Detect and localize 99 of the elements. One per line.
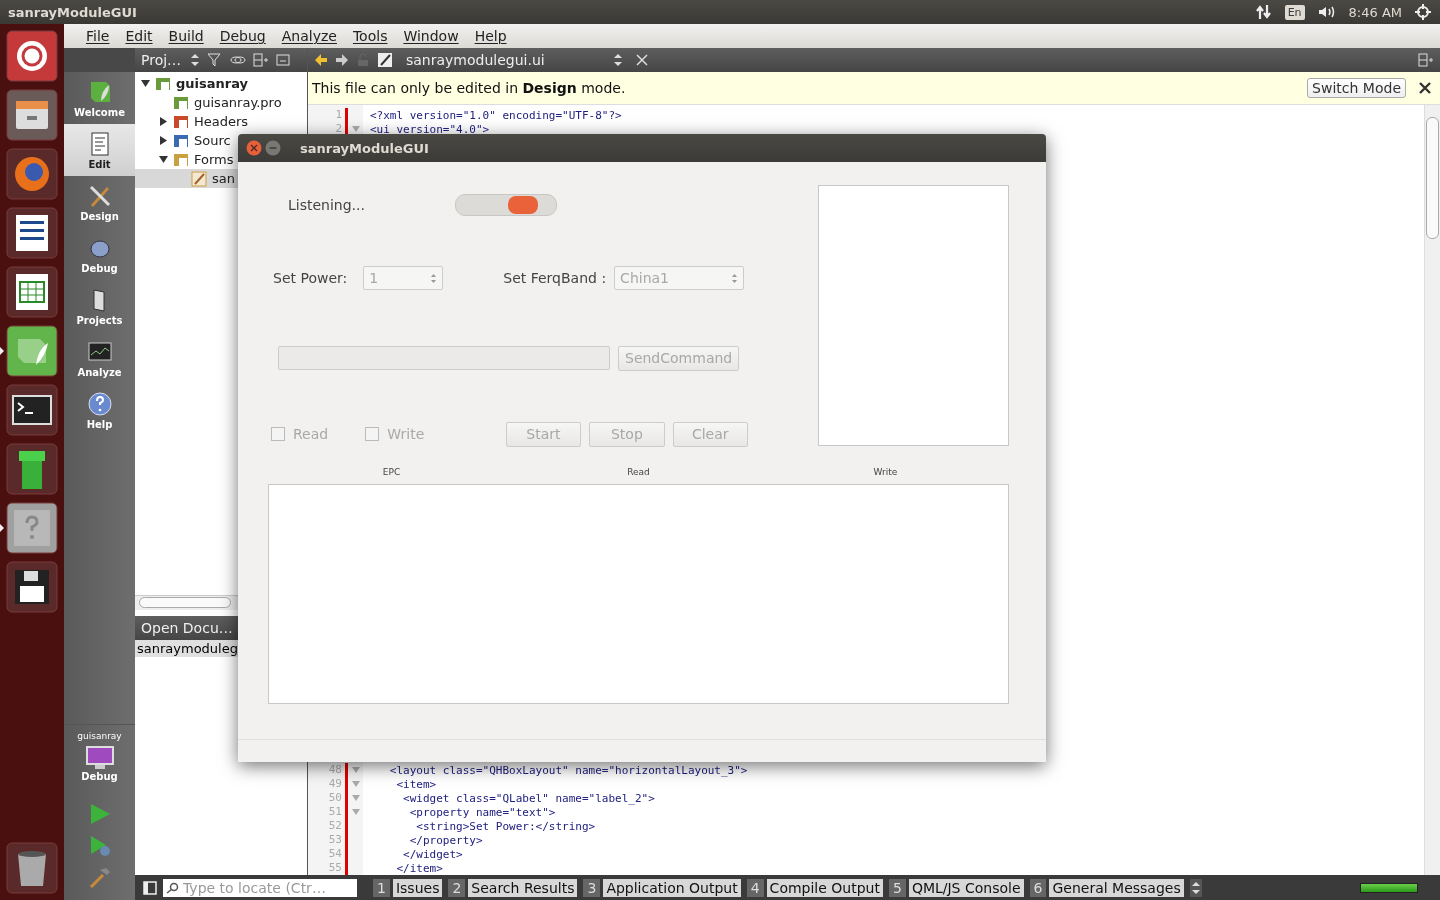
menu-item[interactable]: Debug (211, 28, 274, 44)
sidebar-toggle-icon[interactable] (143, 880, 157, 895)
menu-item[interactable]: Help (466, 28, 515, 44)
code-line: <ui version="4.0"> (369, 122, 490, 136)
listening-label: Listening... (288, 197, 365, 213)
help-icon (86, 390, 113, 417)
power-icon[interactable] (1414, 3, 1432, 21)
line-number: 49 (308, 777, 348, 791)
files-launcher-icon[interactable] (6, 89, 58, 141)
toggle-switch[interactable] (454, 194, 557, 216)
line-number: 54 (308, 847, 348, 861)
mode-tab[interactable]: Edit (64, 124, 135, 176)
split-icon[interactable] (1418, 53, 1434, 67)
expand-arrow-icon[interactable] (159, 155, 168, 164)
menu-item[interactable]: Build (160, 28, 212, 44)
updown-arrow-icon[interactable] (190, 53, 201, 67)
window-title: sanrayModuleGUI (8, 4, 137, 20)
document-selector[interactable]: sanraymodulegui.ui (406, 52, 606, 68)
back-icon[interactable] (314, 53, 328, 67)
monitor-icon[interactable] (84, 745, 115, 771)
menu-item[interactable]: Analyze (273, 28, 345, 44)
updown-arrow-icon[interactable] (613, 53, 623, 67)
tree-item[interactable]: guisanray.pro (135, 93, 307, 112)
close-pane-icon[interactable] (276, 53, 291, 67)
vertical-scrollbar[interactable] (1424, 105, 1440, 875)
code-line: <property name="text"> (408, 805, 556, 819)
column-header: EPC (382, 467, 401, 477)
folder-icon (173, 132, 189, 149)
expand-arrow-icon[interactable] (159, 136, 168, 145)
menu-item[interactable]: Window (395, 28, 467, 44)
keyboard-indicator[interactable]: En (1284, 4, 1305, 20)
column-header: Write (873, 467, 898, 477)
line-number: 53 (308, 833, 348, 847)
filter-icon[interactable] (207, 53, 224, 67)
link-icon[interactable] (230, 53, 247, 67)
tree-item[interactable]: Headers (135, 112, 307, 131)
running-indicator-icon (0, 347, 4, 355)
build-progress-bar (1360, 882, 1418, 893)
mode-tab[interactable]: Projects (64, 280, 135, 332)
code-line: </property> (408, 833, 483, 847)
minimize-icon[interactable] (265, 140, 281, 156)
code-line: </widget> (402, 847, 463, 861)
folder-icon (173, 151, 189, 168)
mode-tab[interactable]: Debug (64, 228, 135, 280)
qt-launcher-icon[interactable] (6, 325, 58, 377)
mode-tab[interactable]: Welcome (64, 72, 135, 124)
forward-icon[interactable] (335, 53, 349, 67)
kit-project-label: guisanray (77, 731, 122, 741)
form-file-icon (377, 52, 393, 68)
writer-launcher-icon[interactable] (6, 207, 58, 259)
code-line: <widget class="QLabel" name="label_2"> (402, 791, 655, 805)
mode-tab[interactable]: Help (64, 384, 135, 436)
search-icon (165, 881, 181, 894)
calc-launcher-icon[interactable] (6, 266, 58, 318)
code-line: <layout class="QHBoxLayout" name="horizontalLayout_3"> (388, 763, 748, 777)
running-indicator-icon (0, 524, 4, 532)
mode-tab[interactable]: Design (64, 176, 135, 228)
line-number: 1 (308, 108, 348, 122)
code-line: <item> (395, 777, 437, 791)
menu-item[interactable]: File (78, 28, 118, 44)
code-line: <?xml version="1.0" encoding="UTF-8"?> (369, 108, 622, 122)
project-file-icon (173, 94, 189, 111)
power-label: Set Power: (273, 270, 348, 286)
clock[interactable]: 8:46 AM (1348, 4, 1402, 20)
line-number: 51 (308, 805, 348, 819)
mode-tab[interactable]: Analyze (64, 332, 135, 384)
menu-item[interactable]: Edit (117, 28, 161, 44)
volume-icon[interactable] (1316, 4, 1337, 20)
terminal-launcher-icon[interactable] (6, 384, 58, 436)
updown-arrow-icon[interactable] (1189, 878, 1202, 897)
pipe-launcher-icon[interactable] (6, 443, 58, 495)
switch-mode-button[interactable]: Switch Mode (1307, 78, 1406, 98)
tree-item[interactable]: guisanray (135, 74, 307, 93)
folder-icon (173, 113, 189, 130)
band-label: Set FerqBand : (503, 270, 607, 286)
column-header: Read (627, 467, 650, 477)
view-selector[interactable]: Proj… (141, 52, 182, 68)
info-message: This file can only be edited in Design mode. (312, 80, 627, 96)
network-icon[interactable] (1254, 4, 1273, 20)
locator-field[interactable]: Type to locate (Ctr… (163, 878, 357, 897)
code-line: </item> (395, 861, 443, 875)
open-document-item[interactable]: sanraymoduleg (135, 640, 240, 657)
floppy-launcher-icon[interactable] (6, 561, 58, 613)
unknown-launcher-icon[interactable] (6, 502, 58, 554)
firefox-launcher-icon[interactable] (6, 148, 58, 200)
menu-item[interactable]: Tools (344, 28, 396, 44)
form-file-icon (191, 170, 207, 187)
close-icon[interactable] (1418, 81, 1432, 95)
expand-arrow-icon[interactable] (159, 117, 168, 126)
code-line: <string>Set Power:</string> (415, 819, 596, 833)
split-icon[interactable] (253, 53, 270, 67)
trash-launcher-icon[interactable] (6, 842, 58, 894)
line-number: 52 (308, 819, 348, 833)
folder-icon (155, 75, 171, 92)
expand-arrow-icon[interactable] (141, 79, 150, 88)
dash-launcher-icon[interactable] (6, 30, 58, 82)
line-number: 50 (308, 791, 348, 805)
build-config-label[interactable]: Debug (81, 771, 118, 782)
dialog-title: sanrayModuleGUI (300, 140, 429, 156)
